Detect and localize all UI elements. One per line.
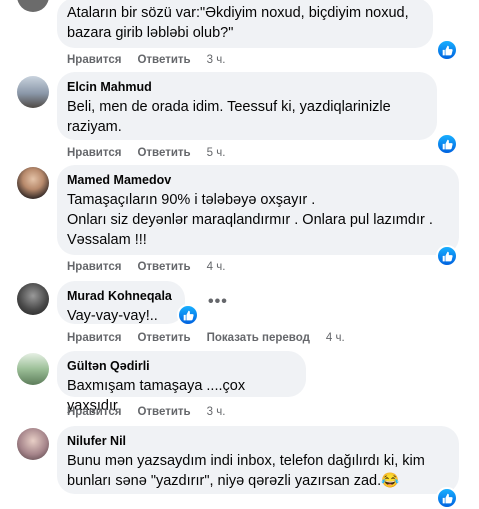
like-reaction-icon[interactable] xyxy=(436,245,458,267)
comment-actions: Нравится Ответить 3 ч. xyxy=(67,52,225,68)
comment-author[interactable]: Gültən Qədirli xyxy=(67,358,294,374)
reply-button[interactable]: Ответить xyxy=(137,54,190,66)
comment-text: Bunu mən yazsaydım indi inbox, telefon d… xyxy=(67,453,425,489)
more-options-icon[interactable]: ••• xyxy=(208,293,228,311)
comment-author[interactable]: Mamed Mamedov xyxy=(67,172,447,188)
avatar[interactable] xyxy=(17,353,49,385)
comment-text: Ataların bir sözü var:"Əkdiyim noxud, bi… xyxy=(67,5,409,41)
like-reaction-icon[interactable] xyxy=(436,39,458,61)
comment-bubble: Nilufer Nil Bunu mən yazsaydım indi inbo… xyxy=(57,426,459,494)
see-translation-button[interactable]: Показать перевод xyxy=(207,332,310,344)
comment-timestamp[interactable]: 4 ч. xyxy=(207,261,226,273)
like-button[interactable]: Нравится xyxy=(67,261,121,273)
avatar[interactable] xyxy=(17,167,49,199)
reply-button[interactable]: Ответить xyxy=(137,147,190,159)
comment-actions: Нравится Ответить Показать перевод 4 ч. xyxy=(67,330,345,346)
comment-author[interactable]: Elcin Mahmud xyxy=(67,79,425,95)
comment-timestamp[interactable]: 3 ч. xyxy=(207,54,226,66)
avatar[interactable] xyxy=(17,428,49,460)
like-button[interactable]: Нравится xyxy=(67,147,121,159)
comment-timestamp[interactable]: 4 ч. xyxy=(326,332,345,344)
like-reaction-icon[interactable] xyxy=(436,133,458,155)
like-reaction-icon[interactable] xyxy=(177,304,199,326)
like-button[interactable]: Нравится xyxy=(67,332,121,344)
comment-timestamp[interactable]: 5 ч. xyxy=(207,147,226,159)
comment-bubble: Gültən Qədirli Baxmışam tamaşaya ....çox… xyxy=(57,351,306,414)
comment-bubble: Murad Kohneqala Vay-vay-vay!.. xyxy=(57,281,185,324)
avatar[interactable] xyxy=(17,0,49,12)
reply-button[interactable]: Ответить xyxy=(137,261,190,273)
like-reaction-icon[interactable] xyxy=(436,487,458,509)
avatar[interactable] xyxy=(17,76,49,108)
comment-author[interactable]: Nilufer Nil xyxy=(67,433,447,449)
comment-actions: Нравится Ответить 4 ч. xyxy=(67,259,225,275)
comment-timestamp[interactable]: 3 ч. xyxy=(207,406,226,418)
comment-text: Vay-vay-vay!.. xyxy=(67,308,158,324)
comment-author[interactable]: Murad Kohneqala xyxy=(67,288,173,304)
like-button[interactable]: Нравится xyxy=(67,406,121,418)
reply-button[interactable]: Ответить xyxy=(137,406,190,418)
comment-text: Tamaşaçıların 90% i tələbəyə oxşayır . O… xyxy=(67,192,433,248)
comment-actions: Нравится Ответить 5 ч. xyxy=(67,145,225,161)
comment-bubble: Mamed Mamedov Tamaşaçıların 90% i tələbə… xyxy=(57,165,459,255)
like-button[interactable]: Нравится xyxy=(67,54,121,66)
comment-bubble: Ataların bir sözü var:"Əkdiyim noxud, bi… xyxy=(57,0,433,48)
comment-text: Beli, men de orada idim. Teessuf ki, yaz… xyxy=(67,99,391,135)
avatar[interactable] xyxy=(17,283,49,315)
comment-actions: Нравится Ответить 3 ч. xyxy=(67,404,225,420)
reply-button[interactable]: Ответить xyxy=(137,332,190,344)
comment-bubble: Elcin Mahmud Beli, men de orada idim. Te… xyxy=(57,72,437,140)
